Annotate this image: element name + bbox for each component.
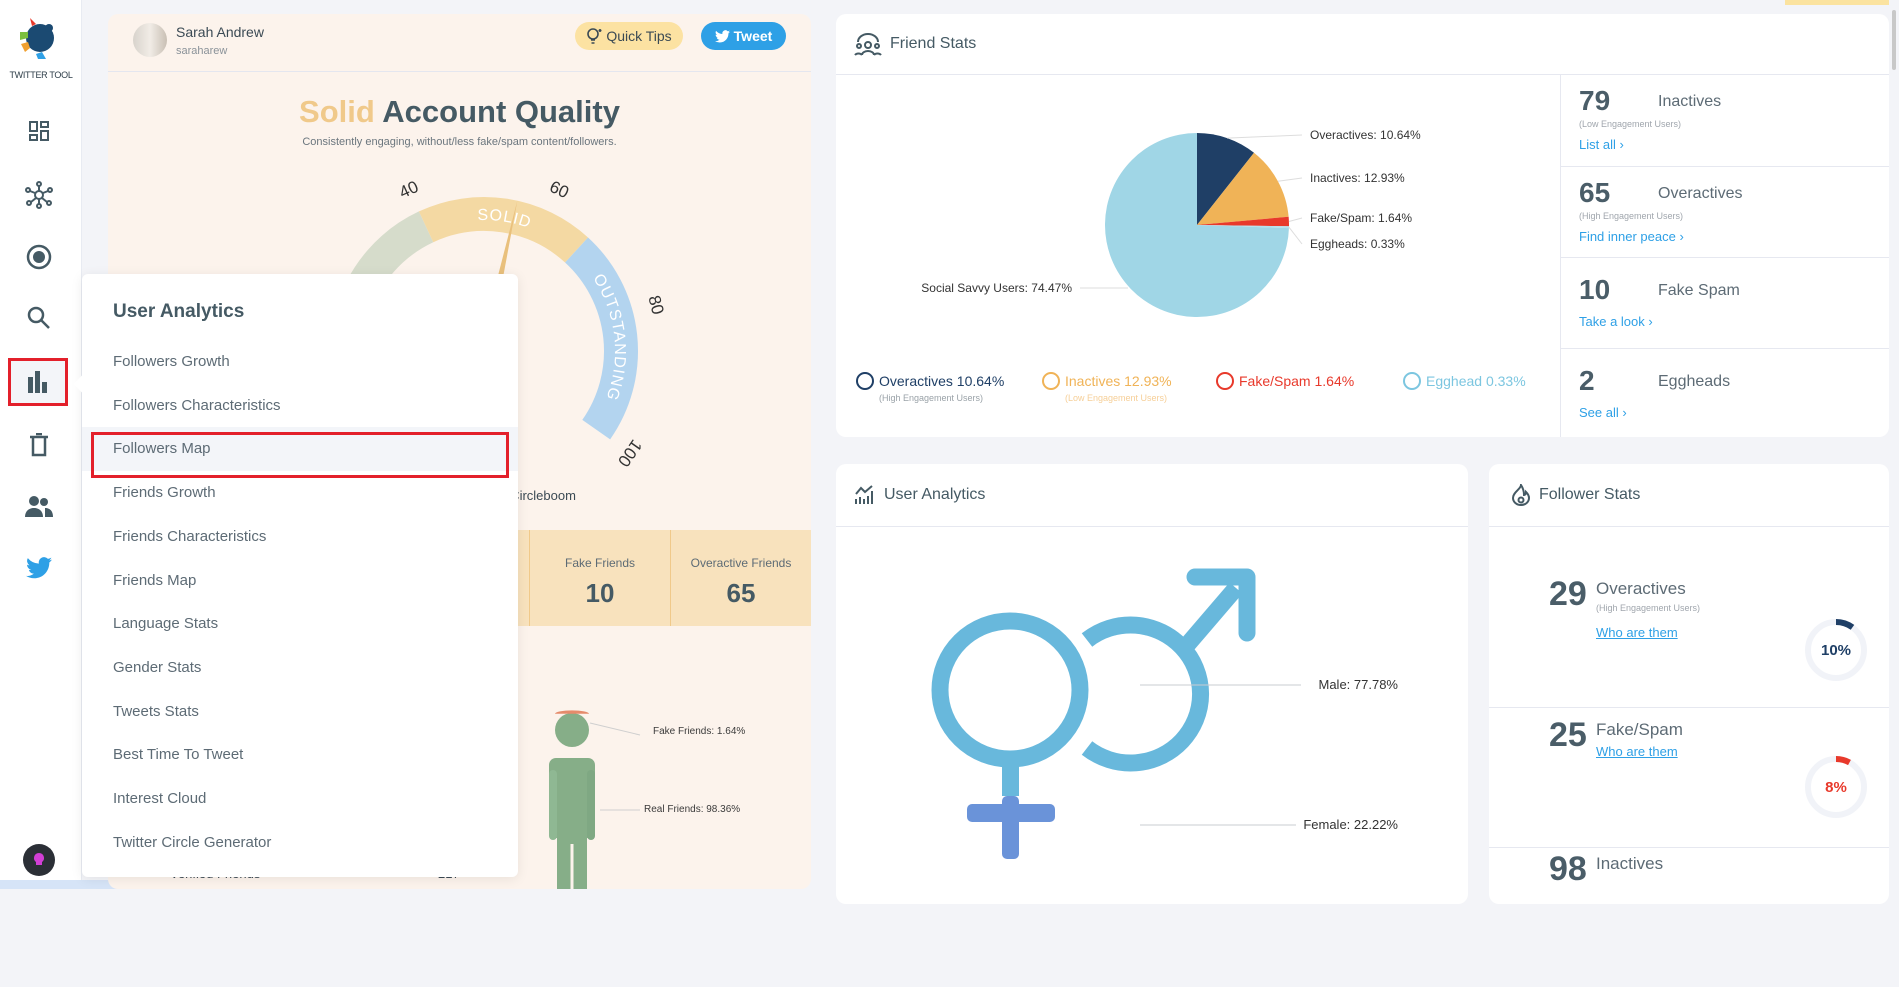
gauge-tick-label: 100 (614, 436, 646, 470)
male-symbol-arrow-shaft (1181, 582, 1243, 650)
stat-label: Fake/Spam (1596, 720, 1683, 739)
friend-stat-row: 2 Eggheads See all › (1561, 348, 1889, 439)
real-friends-figure-label: Real Friends: 98.36% (644, 804, 741, 815)
head-gear-icon (856, 372, 874, 390)
angry-face-icon (1216, 372, 1234, 390)
menu-item[interactable]: Tweets Stats (82, 690, 518, 734)
female-symbol-stem (1002, 766, 1019, 796)
stat-sub: (High Engagement Users) (1579, 211, 1684, 221)
egg-icon (1403, 372, 1421, 390)
follower-stat-row: 98 Inactives (1489, 847, 1889, 987)
user-analytics-menu: User Analytics Followers Growth Followers… (73, 274, 518, 877)
menu-item[interactable]: Twitter Circle Generator (82, 821, 518, 865)
gender-chart: Male: 77.78% Female: 22.22% (931, 568, 1399, 859)
pie-leader-line (1277, 177, 1303, 182)
follower-stat-row: 29 Overactives (High Engagement Users) W… (1489, 527, 1889, 707)
stat-label: Overactives (1658, 185, 1743, 202)
menu-title: User Analytics (113, 301, 245, 322)
stat-label: Fake Spam (1658, 282, 1740, 299)
pie-label: Eggheads: 0.33% (1310, 237, 1405, 251)
male-symbol-ring (1081, 616, 1210, 772)
menu-item[interactable]: Interest Cloud (82, 777, 518, 821)
menu-item[interactable]: Gender Stats (82, 646, 518, 690)
menu-item[interactable]: Friends Characteristics (82, 515, 518, 559)
pie-label: Fake/Spam: 1.64% (1310, 211, 1412, 225)
card-title: Follower Stats (1539, 486, 1641, 503)
stat-value: 29 (1549, 575, 1587, 613)
stat-label: Inactives (1658, 93, 1722, 110)
stat-value: 65 (1579, 177, 1611, 208)
friend-stat-row: 10 Fake Spam Take a look › (1561, 257, 1889, 348)
scrollbar[interactable] (1891, 0, 1899, 889)
stat-label: Inactives (1596, 854, 1664, 873)
pie-leader-line (1288, 226, 1303, 245)
gauge-tick-label: 80 (644, 293, 667, 316)
legend-sub: (Low Engagement Users) (1065, 393, 1168, 403)
pie-label: Overactives: 10.64% (1310, 128, 1421, 142)
gauge-tick-label: 60 (547, 177, 572, 202)
friend-stat-row: 65 Overactives (High Engagement Users) F… (1561, 166, 1889, 257)
stat-link[interactable]: See all › (1579, 405, 1627, 420)
follower-stats-card: Follower Stats 29 Overactives (High Enga… (1489, 464, 1889, 904)
menu-item[interactable]: Language Stats (82, 602, 518, 646)
stat-value: 79 (1579, 85, 1611, 116)
figure-head (555, 713, 589, 747)
legend-label: Fake/Spam 1.64% (1239, 373, 1355, 389)
stat-value: 2 (1579, 365, 1595, 396)
stat-label: Overactives (1596, 579, 1686, 598)
friend-stat-row: 79 Inactives (Low Engagement Users) List… (1561, 75, 1889, 166)
follower-stat-row: 25 Fake/Spam Who are them 8% (1489, 707, 1889, 847)
fake-leader-line (589, 722, 641, 736)
percent-label: 10% (1820, 642, 1852, 659)
who-are-them-link[interactable]: Who are them (1596, 744, 1678, 759)
gender-label: Female: 22.22% (1303, 817, 1398, 832)
menu-item[interactable]: Friends Map (82, 559, 518, 603)
stat-link[interactable]: Take a look › (1579, 314, 1653, 329)
fake-friends-figure-label: Fake Friends: 1.64% (653, 726, 746, 737)
menu-item[interactable]: Friends Growth (82, 471, 518, 515)
pie-leader-line (1288, 217, 1303, 222)
menu-item[interactable]: Followers Characteristics (82, 384, 518, 428)
stat-sub: (High Engagement Users) (1596, 603, 1701, 613)
pie-leader-line (1227, 134, 1303, 139)
menu-item[interactable]: Best Time To Tweet (82, 733, 518, 777)
top-banner-strip (1785, 0, 1889, 5)
stat-value: 98 (1549, 850, 1587, 888)
legend-sub: (High Engagement Users) (879, 393, 984, 403)
stat-value: 10 (1579, 274, 1611, 305)
legend-label: Egghead 0.33% (1426, 373, 1526, 389)
figure-head-fake-portion (555, 710, 589, 714)
fire-icon (1511, 484, 1531, 506)
stat-label: Eggheads (1658, 373, 1731, 390)
female-symbol-cross (967, 804, 1055, 822)
gender-label: Male: 77.78% (1319, 677, 1399, 692)
stat-link[interactable]: List all › (1579, 137, 1624, 152)
sad-face-icon (1042, 372, 1060, 390)
pie-label: Inactives: 12.93% (1310, 171, 1405, 185)
gauge-tick-label: 40 (396, 177, 421, 202)
legend-label: Inactives 12.93% (1065, 373, 1172, 389)
pie-label: Social Savvy Users: 74.47% (921, 281, 1072, 295)
who-are-them-link[interactable]: Who are them (1596, 625, 1678, 640)
card-header: Follower Stats (1489, 464, 1889, 527)
friend-stats-pie-chart: Overactives: 10.64% Inactives: 12.93% Fake… (921, 128, 1421, 317)
stat-value: 25 (1549, 716, 1587, 754)
stat-link[interactable]: Find inner peace › (1579, 229, 1684, 244)
legend-label: Overactives 10.64% (879, 373, 1005, 389)
percent-label: 8% (1825, 779, 1847, 796)
female-symbol-ring (931, 612, 1089, 768)
menu-item[interactable]: Followers Growth (82, 340, 518, 384)
stat-sub: (Low Engagement Users) (1579, 119, 1682, 129)
